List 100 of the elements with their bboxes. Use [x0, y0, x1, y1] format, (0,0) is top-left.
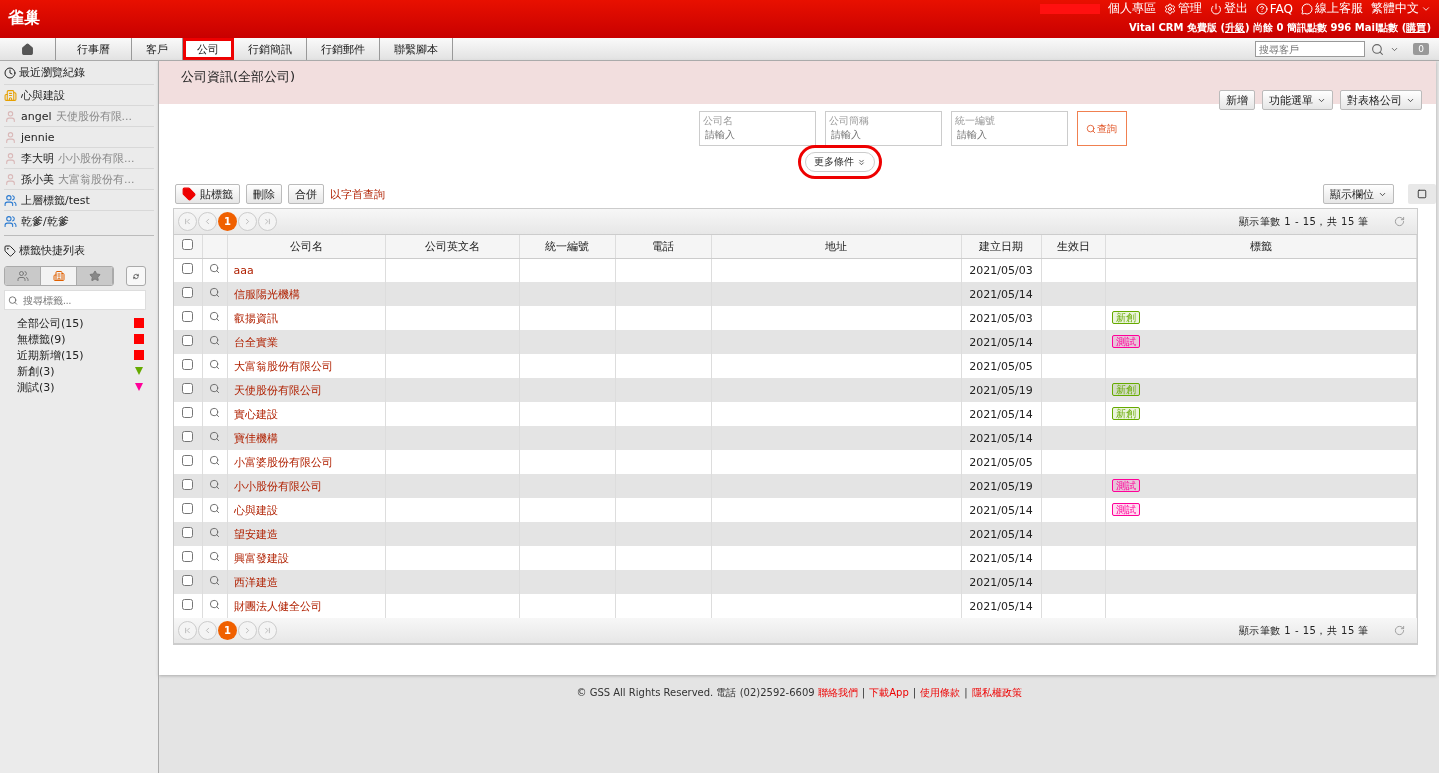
tag-type-switcher[interactable] — [4, 266, 114, 286]
row-checkbox[interactable] — [182, 407, 194, 418]
footer-link[interactable]: 隱私權政策 — [971, 687, 1022, 698]
search-icon[interactable] — [1371, 42, 1385, 56]
search-icon[interactable] — [209, 455, 220, 466]
company-link[interactable]: 望安建造 — [233, 527, 278, 541]
search-icon[interactable] — [209, 551, 220, 562]
action-button[interactable]: 新增 — [1219, 90, 1255, 110]
tag-filter-tab[interactable] — [41, 267, 77, 285]
company-link[interactable]: 興富發建設 — [233, 551, 289, 565]
buy-link[interactable]: 購買 — [1406, 22, 1427, 33]
search-icon[interactable] — [209, 527, 220, 538]
company-link[interactable]: 西洋建造 — [233, 575, 278, 589]
nav-tab[interactable]: 行銷簡訊 — [234, 38, 307, 60]
header-link[interactable]: 線上客服 — [1301, 0, 1363, 17]
company-link[interactable]: 天使股份有限公司 — [233, 383, 322, 397]
recent-item[interactable]: jennie — [4, 126, 154, 147]
row-checkbox[interactable] — [182, 359, 194, 370]
company-link[interactable]: 台全實業 — [233, 335, 278, 349]
tag-filter-tab[interactable] — [77, 267, 113, 285]
select-all-checkbox[interactable] — [182, 239, 194, 251]
search-icon[interactable] — [209, 575, 220, 586]
toolbar-button[interactable]: 刪除 — [246, 184, 282, 204]
search-icon[interactable] — [209, 479, 220, 490]
row-checkbox[interactable] — [182, 383, 194, 394]
nav-tab[interactable]: 聯繫腳本 — [380, 38, 453, 60]
toolbar-button[interactable]: 貼標籤 — [175, 184, 240, 204]
tag-search-field[interactable]: 搜尋標籤... — [4, 290, 146, 310]
row-checkbox[interactable] — [182, 311, 194, 322]
search-icon[interactable] — [209, 407, 220, 418]
search-icon[interactable] — [209, 503, 220, 514]
column-header[interactable]: 統一編號 — [519, 235, 615, 258]
company-link[interactable]: 實心建設 — [233, 407, 278, 421]
column-header[interactable]: 公司名 — [227, 235, 385, 258]
row-checkbox[interactable] — [182, 479, 194, 490]
upgrade-link[interactable]: 升級 — [1225, 22, 1245, 33]
window-button[interactable] — [1408, 184, 1436, 204]
header-link[interactable]: 管理 — [1163, 0, 1202, 17]
row-checkbox[interactable] — [182, 431, 194, 442]
company-link[interactable]: 心與建設 — [233, 503, 278, 517]
search-icon[interactable] — [209, 311, 220, 322]
text-input[interactable]: 請輸入 — [954, 128, 1064, 141]
initial-query-link[interactable]: 以字首查詢 — [330, 186, 385, 202]
row-checkbox[interactable] — [182, 455, 194, 466]
tag-filter-item[interactable]: 測試(3) — [17, 379, 55, 395]
recent-item[interactable]: angel 天使股份有限... — [4, 105, 154, 126]
column-header[interactable]: 標籤 — [1105, 235, 1417, 258]
header-link[interactable]: FAQ — [1255, 1, 1293, 16]
footer-link[interactable]: 聯絡我們 — [817, 687, 858, 698]
recent-item[interactable]: 孫小美 大富翁股份有... — [4, 168, 154, 189]
footer-link[interactable]: 下載App — [869, 687, 909, 698]
company-link[interactable]: 信服陽光機構 — [233, 287, 300, 301]
company-link[interactable]: 財團法人健全公司 — [233, 599, 322, 613]
column-header[interactable]: 地址 — [711, 235, 961, 258]
recent-item[interactable]: 乾爹/乾爹 — [4, 210, 154, 231]
recent-item[interactable]: 李大明 小小股份有限... — [4, 147, 154, 168]
action-button[interactable]: 功能選單 — [1262, 90, 1333, 110]
footer-link[interactable]: 使用條款 — [920, 687, 961, 698]
language-menu[interactable]: 繁體中文 — [1371, 0, 1431, 17]
text-input[interactable]: 請輸入 — [702, 128, 812, 141]
tag-filter-item[interactable]: 新創(3) — [17, 363, 55, 379]
column-header[interactable]: 生效日 — [1041, 235, 1105, 258]
query-button[interactable]: 查詢 — [1076, 111, 1127, 146]
refresh-button[interactable] — [126, 266, 146, 286]
columns-button[interactable]: 顯示欄位 — [1323, 184, 1394, 204]
header-link[interactable]: 登出 — [1209, 0, 1248, 17]
company-link[interactable]: 大富翁股份有限公司 — [233, 359, 333, 373]
nav-tab[interactable]: 行事曆 — [56, 38, 132, 60]
action-button[interactable]: 對表格公司 — [1340, 90, 1422, 110]
search-icon[interactable] — [209, 431, 220, 442]
company-link[interactable]: aaa — [233, 263, 254, 277]
text-input[interactable]: 請輸入 — [828, 128, 938, 141]
company-link[interactable]: 小富婆股份有限公司 — [233, 455, 333, 469]
toolbar-button[interactable]: 合併 — [288, 184, 324, 204]
row-checkbox[interactable] — [182, 527, 194, 538]
column-header[interactable]: 電話 — [615, 235, 711, 258]
nav-tab[interactable]: 公司 — [183, 38, 234, 60]
header-link[interactable]: 個人專區 — [1107, 0, 1156, 17]
tag-filter-item[interactable]: 無標籤(9) — [17, 331, 66, 347]
row-checkbox[interactable] — [182, 575, 194, 586]
recent-item[interactable]: 心與建設 — [4, 84, 154, 105]
recent-item[interactable]: 上層標籤/test — [4, 189, 154, 210]
row-checkbox[interactable] — [182, 503, 194, 514]
search-icon[interactable] — [209, 287, 220, 298]
search-icon[interactable] — [209, 383, 220, 394]
search-icon[interactable] — [209, 263, 220, 275]
row-checkbox[interactable] — [182, 287, 194, 298]
tag-filter-item[interactable]: 近期新增(15) — [17, 347, 84, 363]
search-icon[interactable] — [209, 599, 220, 610]
tag-filter-item[interactable]: 全部公司(15) — [17, 315, 84, 331]
column-header[interactable]: 建立日期 — [961, 235, 1041, 258]
company-link[interactable]: 小小股份有限公司 — [233, 479, 322, 493]
search-icon[interactable] — [209, 359, 220, 370]
text-input[interactable]: 搜尋標籤... — [20, 293, 142, 307]
customer-search-field[interactable]: 搜尋客戶 — [1255, 41, 1366, 57]
search-icon[interactable] — [209, 335, 220, 346]
company-link[interactable]: 寶佳機構 — [233, 431, 278, 445]
row-checkbox[interactable] — [182, 551, 194, 562]
company-link[interactable]: 叡揚資訊 — [233, 311, 278, 325]
row-checkbox[interactable] — [182, 263, 194, 275]
